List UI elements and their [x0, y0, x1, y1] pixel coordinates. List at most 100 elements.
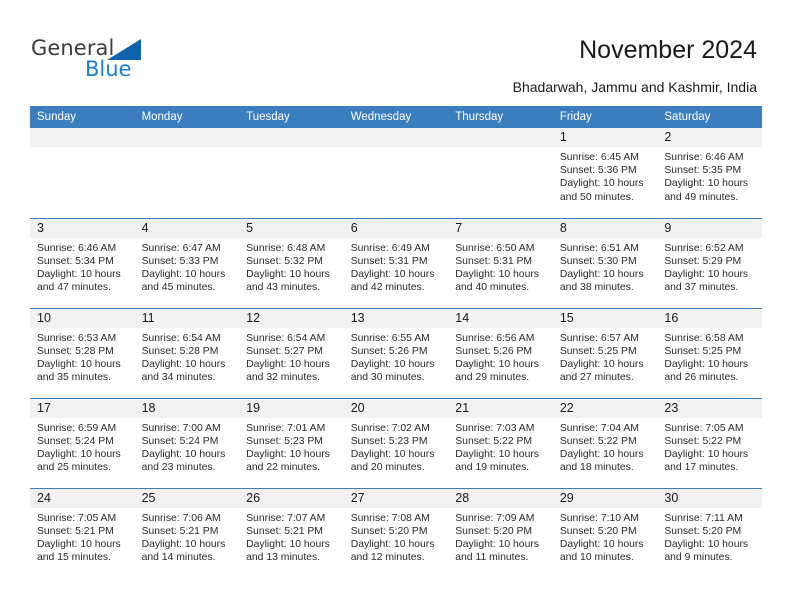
calendar-day-cell[interactable]: [134, 128, 240, 218]
calendar-day-cell[interactable]: 11 Sunrise: 6:54 AM Sunset: 5:28 PM Dayligh…: [134, 307, 240, 398]
day-details: Sunrise: 6:58 AM Sunset: 5:25 PM Daylight:…: [657, 328, 762, 385]
sunrise-text: Sunrise: 6:50 AM: [455, 242, 535, 254]
calendar-week-row: 10 Sunrise: 6:53 AM Sunset: 5:28 PM Dayligh…: [30, 307, 762, 398]
sunset-text: Sunset: 5:21 PM: [37, 525, 114, 537]
day-cell-content: 5 Sunrise: 6:48 AM Sunset: 5:32 PM Daylight…: [239, 218, 344, 308]
day-details: Sunrise: 6:50 AM Sunset: 5:31 PM Daylight:…: [448, 238, 553, 295]
day-number: 25: [134, 488, 240, 508]
sunset-text: Sunset: 5:30 PM: [559, 255, 637, 267]
calendar-day-cell[interactable]: 18 Sunrise: 7:00 AM Sunset: 5:24 PM Dayligh…: [134, 397, 240, 488]
sunset-text: Sunset: 5:28 PM: [37, 345, 114, 357]
calendar-day-cell[interactable]: 27 Sunrise: 7:08 AM Sunset: 5:20 PM Dayligh…: [343, 487, 449, 578]
calendar-day-cell[interactable]: 4 Sunrise: 6:47 AM Sunset: 5:33 PM Daylight…: [134, 217, 240, 308]
sunset-text: Sunset: 5:23 PM: [350, 435, 428, 447]
day-details: Sunrise: 7:09 AM Sunset: 5:20 PM Daylight:…: [448, 508, 553, 565]
calendar-day-cell[interactable]: 30 Sunrise: 7:11 AM Sunset: 5:20 PM Dayligh…: [657, 487, 762, 578]
logo-text-blue: Blue: [85, 57, 132, 81]
day-cell-content: 3 Sunrise: 6:46 AM Sunset: 5:34 PM Daylight…: [30, 218, 135, 308]
day-number: 23: [657, 398, 762, 418]
daylight-text: Daylight: 10 hours and 45 minutes.: [141, 268, 226, 294]
sunset-text: Sunset: 5:34 PM: [37, 255, 114, 267]
page-subtitle-location: Bhadarwah, Jammu and Kashmir, India: [512, 79, 757, 95]
sunrise-text: Sunrise: 7:06 AM: [141, 512, 221, 524]
daylight-text: Daylight: 10 hours and 34 minutes.: [141, 358, 226, 384]
day-details: Sunrise: 6:45 AM Sunset: 5:36 PM Daylight:…: [553, 147, 658, 204]
calendar-day-cell[interactable]: 3 Sunrise: 6:46 AM Sunset: 5:34 PM Daylight…: [30, 217, 135, 308]
calendar-day-cell[interactable]: 7 Sunrise: 6:50 AM Sunset: 5:31 PM Daylight…: [448, 217, 553, 308]
calendar-day-cell[interactable]: 2 Sunrise: 6:46 AM Sunset: 5:35 PM Daylight…: [657, 128, 762, 218]
sunrise-text: Sunrise: 6:57 AM: [559, 332, 639, 344]
calendar-day-cell[interactable]: 20 Sunrise: 7:02 AM Sunset: 5:23 PM Dayligh…: [343, 397, 449, 488]
day-number: 12: [239, 308, 344, 328]
day-details: Sunrise: 6:54 AM Sunset: 5:27 PM Daylight:…: [239, 328, 344, 385]
page-header: General Blue November 2024 Bhadarwah, Ja…: [0, 0, 792, 100]
calendar-day-cell[interactable]: 10 Sunrise: 6:53 AM Sunset: 5:28 PM Dayligh…: [30, 307, 135, 398]
calendar-day-cell[interactable]: 6 Sunrise: 6:49 AM Sunset: 5:31 PM Daylight…: [343, 217, 449, 308]
daylight-text: Daylight: 10 hours and 20 minutes.: [350, 448, 435, 474]
daylight-text: Daylight: 10 hours and 43 minutes.: [246, 268, 330, 294]
calendar-day-cell[interactable]: 17 Sunrise: 6:59 AM Sunset: 5:24 PM Dayligh…: [30, 397, 135, 488]
calendar-day-cell[interactable]: 5 Sunrise: 6:48 AM Sunset: 5:32 PM Daylight…: [239, 217, 344, 308]
day-details: Sunrise: 6:48 AM Sunset: 5:32 PM Daylight:…: [239, 238, 344, 295]
day-details: Sunrise: 6:52 AM Sunset: 5:29 PM Daylight:…: [657, 238, 762, 295]
day-cell-content: 7 Sunrise: 6:50 AM Sunset: 5:31 PM Daylight…: [448, 218, 553, 308]
day-number: 14: [448, 308, 553, 328]
sunset-text: Sunset: 5:27 PM: [246, 345, 323, 357]
weekday-header-wednesday: Wednesday: [343, 106, 449, 128]
calendar-day-cell[interactable]: [448, 128, 553, 218]
calendar-day-cell[interactable]: 26 Sunrise: 7:07 AM Sunset: 5:21 PM Dayligh…: [239, 487, 344, 578]
day-number: 4: [134, 218, 240, 238]
weekday-header-sunday: Sunday: [30, 106, 135, 128]
calendar-day-cell[interactable]: 14 Sunrise: 6:56 AM Sunset: 5:26 PM Dayligh…: [448, 307, 553, 398]
day-number: 3: [30, 218, 135, 238]
sunrise-text: Sunrise: 6:54 AM: [141, 332, 221, 344]
calendar-day-cell[interactable]: 8 Sunrise: 6:51 AM Sunset: 5:30 PM Daylight…: [552, 217, 658, 308]
calendar-day-cell[interactable]: 1 Sunrise: 6:45 AM Sunset: 5:36 PM Daylight…: [552, 128, 658, 218]
day-cell-content: 19 Sunrise: 7:01 AM Sunset: 5:23 PM Dayligh…: [239, 398, 344, 488]
calendar-page: General Blue November 2024 Bhadarwah, Ja…: [0, 0, 792, 612]
daylight-text: Daylight: 10 hours and 49 minutes.: [664, 178, 749, 203]
calendar-day-cell[interactable]: 24 Sunrise: 7:05 AM Sunset: 5:21 PM Dayligh…: [30, 487, 135, 578]
calendar-day-cell[interactable]: 9 Sunrise: 6:52 AM Sunset: 5:29 PM Daylight…: [657, 217, 762, 308]
day-number: [30, 128, 135, 147]
day-details: Sunrise: 7:11 AM Sunset: 5:20 PM Daylight:…: [657, 508, 762, 565]
sunrise-text: Sunrise: 6:48 AM: [246, 242, 326, 254]
daylight-text: Daylight: 10 hours and 47 minutes.: [37, 268, 121, 294]
daylight-text: Daylight: 10 hours and 9 minutes.: [664, 538, 749, 564]
day-number: [448, 128, 553, 147]
calendar-day-cell[interactable]: 16 Sunrise: 6:58 AM Sunset: 5:25 PM Dayligh…: [657, 307, 762, 398]
daylight-text: Daylight: 10 hours and 29 minutes.: [455, 358, 539, 384]
day-number: 26: [239, 488, 344, 508]
calendar-day-cell[interactable]: 25 Sunrise: 7:06 AM Sunset: 5:21 PM Dayligh…: [134, 487, 240, 578]
sunrise-text: Sunrise: 7:08 AM: [350, 512, 430, 524]
calendar-day-cell[interactable]: 12 Sunrise: 6:54 AM Sunset: 5:27 PM Dayligh…: [239, 307, 344, 398]
calendar-day-cell[interactable]: [239, 128, 344, 218]
calendar-day-cell[interactable]: 23 Sunrise: 7:05 AM Sunset: 5:22 PM Dayligh…: [657, 397, 762, 488]
day-details: Sunrise: 7:10 AM Sunset: 5:20 PM Daylight:…: [553, 508, 658, 565]
day-number: 11: [134, 308, 240, 328]
sunset-text: Sunset: 5:28 PM: [141, 345, 219, 357]
day-details: Sunrise: 6:59 AM Sunset: 5:24 PM Daylight:…: [30, 418, 135, 475]
calendar-day-cell[interactable]: 29 Sunrise: 7:10 AM Sunset: 5:20 PM Dayligh…: [552, 487, 658, 578]
sunset-text: Sunset: 5:22 PM: [664, 435, 742, 447]
calendar-day-cell[interactable]: 21 Sunrise: 7:03 AM Sunset: 5:22 PM Dayligh…: [448, 397, 553, 488]
general-blue-logo[interactable]: General Blue: [31, 36, 181, 84]
day-number: [343, 128, 449, 147]
sunset-text: Sunset: 5:33 PM: [141, 255, 219, 267]
calendar-day-cell[interactable]: 19 Sunrise: 7:01 AM Sunset: 5:23 PM Dayligh…: [239, 397, 344, 488]
calendar-day-cell[interactable]: 15 Sunrise: 6:57 AM Sunset: 5:25 PM Dayligh…: [552, 307, 658, 398]
calendar-day-cell[interactable]: [30, 128, 135, 218]
calendar-day-cell[interactable]: 13 Sunrise: 6:55 AM Sunset: 5:26 PM Dayligh…: [343, 307, 449, 398]
calendar-day-cell[interactable]: [343, 128, 449, 218]
daylight-text: Daylight: 10 hours and 23 minutes.: [141, 448, 226, 474]
sunset-text: Sunset: 5:29 PM: [664, 255, 742, 267]
calendar-day-cell[interactable]: 22 Sunrise: 7:04 AM Sunset: 5:22 PM Dayligh…: [552, 397, 658, 488]
weekday-header-tuesday: Tuesday: [239, 106, 344, 128]
day-number: 17: [30, 398, 135, 418]
day-number: 30: [657, 488, 762, 508]
weekday-header-thursday: Thursday: [448, 106, 553, 128]
day-number: 29: [552, 488, 658, 508]
day-cell-content: 9 Sunrise: 6:52 AM Sunset: 5:29 PM Daylight…: [657, 218, 762, 308]
calendar-day-cell[interactable]: 28 Sunrise: 7:09 AM Sunset: 5:20 PM Dayligh…: [448, 487, 553, 578]
day-cell-content: 29 Sunrise: 7:10 AM Sunset: 5:20 PM Dayligh…: [552, 488, 658, 578]
